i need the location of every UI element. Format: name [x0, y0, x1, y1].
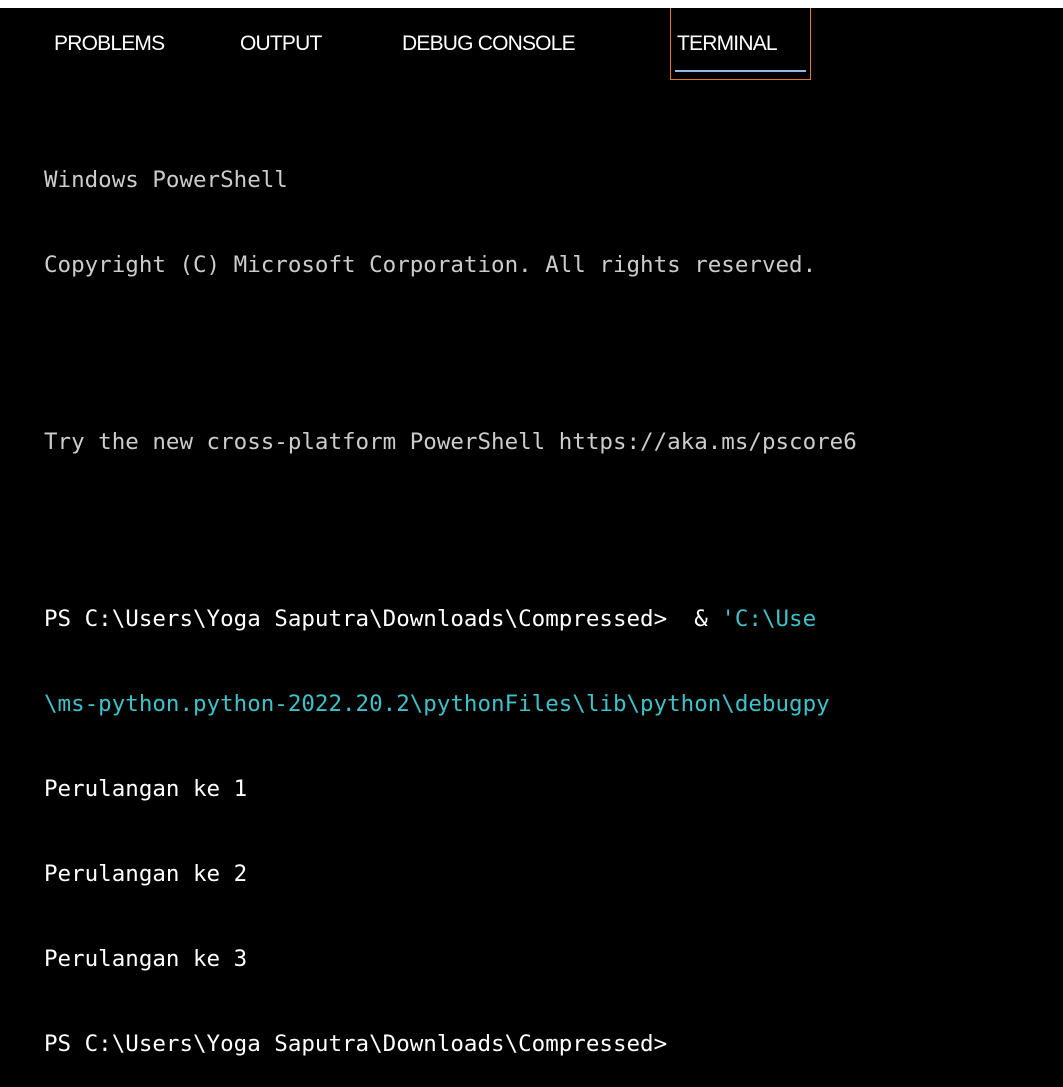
terminal-line-copyright: Copyright (C) Microsoft Corporation. All…	[44, 252, 817, 278]
active-tab-indicator	[675, 70, 806, 72]
terminal-output[interactable]: Windows PowerShell Copyright (C) Microso…	[44, 112, 1063, 1087]
tab-terminal-label: TERMINAL	[677, 32, 778, 55]
terminal-line-output-3: Perulangan ke 3	[44, 946, 248, 972]
terminal-command-argument: 'C:\Use	[721, 606, 817, 632]
terminal-line-final-prompt: PS C:\Users\Yoga Saputra\Downloads\Compr…	[44, 1031, 668, 1057]
terminal-line-tip: Try the new cross-platform PowerShell ht…	[44, 429, 857, 455]
tab-debug-console[interactable]: DEBUG CONSOLE	[402, 8, 576, 80]
terminal-call-operator: &	[667, 606, 722, 632]
tab-terminal[interactable]: TERMINAL	[670, 8, 811, 80]
terminal-line-output-1: Perulangan ke 1	[44, 776, 248, 802]
tab-problems[interactable]: PROBLEMS	[54, 8, 165, 80]
tab-output[interactable]: OUTPUT	[240, 8, 322, 80]
panel-tab-bar: PROBLEMS OUTPUT DEBUG CONSOLE TERMINAL	[0, 8, 1063, 80]
terminal-line-banner-title: Windows PowerShell	[44, 167, 288, 193]
terminal-prompt: PS C:\Users\Yoga Saputra\Downloads\Compr…	[44, 606, 668, 632]
terminal-line-command-continuation: \ms-python.python-2022.20.2\pythonFiles\…	[44, 691, 830, 717]
terminal-line-output-2: Perulangan ke 2	[44, 861, 248, 887]
terminal-line-command: PS C:\Users\Yoga Saputra\Downloads\Compr…	[44, 603, 1063, 636]
window-top-edge	[0, 0, 1063, 8]
